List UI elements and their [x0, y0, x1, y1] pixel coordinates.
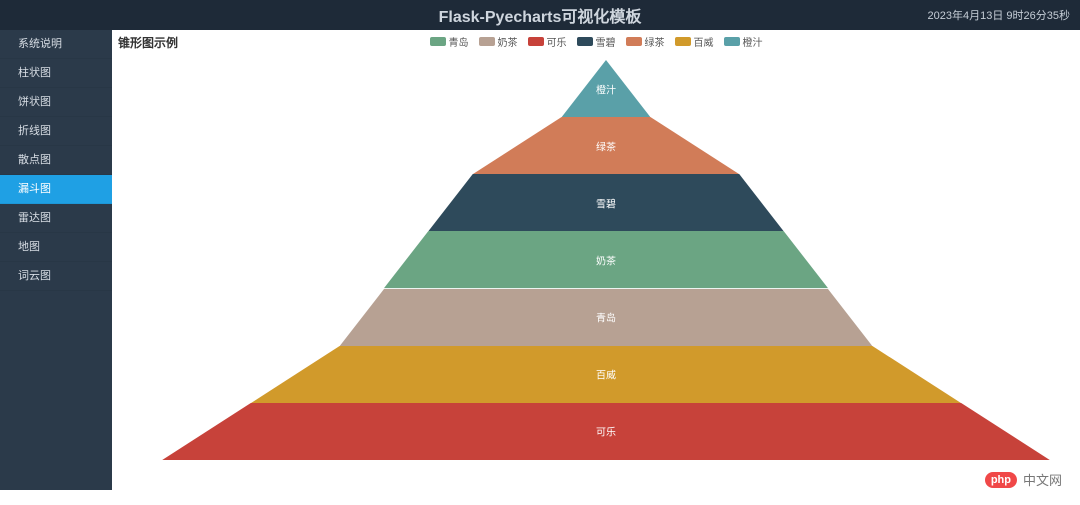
legend-label: 绿茶 — [645, 34, 665, 49]
legend-item-6[interactable]: 橙汁 — [724, 34, 763, 49]
legend-swatch-icon — [675, 37, 691, 46]
sidebar: 系统说明柱状图饼状图折线图散点图漏斗图雷达图地图词云图 — [0, 30, 112, 490]
header-timestamp: 2023年4月13日 9时26分35秒 — [928, 7, 1070, 23]
legend-swatch-icon — [724, 37, 740, 46]
pyramid-chart: 橙汁绿茶雪碧奶茶青岛百威可乐 — [162, 60, 1050, 460]
pyramid-layer-5[interactable]: 百威 — [162, 346, 1050, 403]
pyramid-layer-2[interactable]: 雪碧 — [162, 174, 1050, 231]
sidebar-item-1[interactable]: 柱状图 — [0, 59, 112, 88]
legend-item-2[interactable]: 可乐 — [528, 34, 567, 49]
sidebar-item-7[interactable]: 地图 — [0, 233, 112, 262]
legend-item-1[interactable]: 奶茶 — [479, 34, 518, 49]
legend-label: 青岛 — [449, 34, 469, 49]
sidebar-item-6[interactable]: 雷达图 — [0, 204, 112, 233]
legend-item-0[interactable]: 青岛 — [430, 34, 469, 49]
main-layout: 系统说明柱状图饼状图折线图散点图漏斗图雷达图地图词云图 锥形图示例 青岛奶茶可乐… — [0, 30, 1080, 490]
chart-legend: 青岛 奶茶 可乐 雪碧 绿茶 百威 橙汁 — [112, 34, 1080, 49]
page-title: Flask-Pyecharts可视化模板 — [439, 3, 642, 27]
legend-item-4[interactable]: 绿茶 — [626, 34, 665, 49]
sidebar-item-8[interactable]: 词云图 — [0, 262, 112, 291]
watermark-text: 中文网 — [1023, 470, 1062, 489]
legend-swatch-icon — [430, 37, 446, 46]
watermark: php 中文网 — [979, 468, 1068, 491]
watermark-badge: php — [985, 472, 1017, 488]
pyramid-layer-6[interactable]: 可乐 — [162, 403, 1050, 460]
pyramid-layer-4[interactable]: 青岛 — [162, 289, 1050, 346]
legend-item-3[interactable]: 雪碧 — [577, 34, 616, 49]
legend-swatch-icon — [577, 37, 593, 46]
legend-label: 雪碧 — [596, 34, 616, 49]
legend-swatch-icon — [528, 37, 544, 46]
legend-swatch-icon — [626, 37, 642, 46]
sidebar-item-2[interactable]: 饼状图 — [0, 88, 112, 117]
pyramid-layer-1[interactable]: 绿茶 — [162, 117, 1050, 174]
legend-label: 橙汁 — [743, 34, 763, 49]
sidebar-item-4[interactable]: 散点图 — [0, 146, 112, 175]
app-header: Flask-Pyecharts可视化模板 2023年4月13日 9时26分35秒 — [0, 0, 1080, 30]
sidebar-item-0[interactable]: 系统说明 — [0, 30, 112, 59]
chart-area: 锥形图示例 青岛奶茶可乐雪碧绿茶百威橙汁 橙汁绿茶雪碧奶茶青岛百威可乐 — [112, 30, 1080, 490]
sidebar-item-5[interactable]: 漏斗图 — [0, 175, 112, 204]
legend-swatch-icon — [479, 37, 495, 46]
legend-label: 可乐 — [547, 34, 567, 49]
pyramid-layer-3[interactable]: 奶茶 — [162, 231, 1050, 288]
legend-item-5[interactable]: 百威 — [675, 34, 714, 49]
sidebar-item-3[interactable]: 折线图 — [0, 117, 112, 146]
pyramid-layer-0[interactable]: 橙汁 — [162, 60, 1050, 117]
legend-label: 奶茶 — [498, 34, 518, 49]
legend-label: 百威 — [694, 34, 714, 49]
